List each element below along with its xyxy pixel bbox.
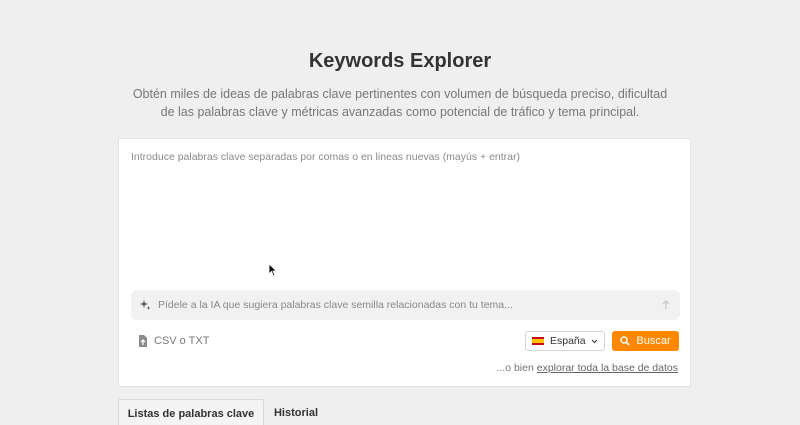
country-select[interactable]: España bbox=[525, 331, 605, 351]
search-button[interactable]: Buscar bbox=[612, 331, 679, 351]
search-icon bbox=[620, 336, 630, 346]
spain-flag-icon bbox=[532, 337, 544, 345]
search-button-label: Buscar bbox=[636, 335, 671, 347]
upload-csv-label: CSV o TXT bbox=[154, 335, 210, 347]
explore-database-link[interactable]: explorar toda la base de datos bbox=[537, 362, 678, 374]
tab-keyword-lists[interactable]: Listas de palabras clave bbox=[118, 399, 264, 425]
explore-prefix: ...o bien bbox=[496, 362, 537, 374]
subtitle-line-2: de las palabras clave y métricas avanzad… bbox=[160, 105, 640, 119]
keyword-input-card: CSV o TXT España Buscar ...o bien explor… bbox=[118, 138, 691, 387]
country-label: España bbox=[550, 335, 586, 347]
ai-prompt-input[interactable] bbox=[158, 299, 660, 311]
chevron-down-icon bbox=[591, 339, 598, 344]
keywords-textarea[interactable] bbox=[131, 151, 679, 281]
explore-database-line: ...o bien explorar toda la base de datos bbox=[496, 362, 678, 374]
page-subtitle: Obtén miles de ideas de palabras clave p… bbox=[100, 85, 700, 121]
sparkle-icon bbox=[139, 299, 151, 311]
file-upload-icon bbox=[138, 335, 148, 347]
mouse-cursor-icon bbox=[268, 263, 278, 277]
arrow-up-icon[interactable] bbox=[660, 299, 672, 311]
subtitle-line-1: Obtén miles de ideas de palabras clave p… bbox=[132, 87, 668, 101]
tab-history[interactable]: Historial bbox=[268, 399, 324, 425]
page-title: Keywords Explorer bbox=[308, 50, 492, 72]
upload-csv-button[interactable]: CSV o TXT bbox=[138, 334, 209, 348]
ai-suggest-bar[interactable] bbox=[131, 290, 680, 320]
